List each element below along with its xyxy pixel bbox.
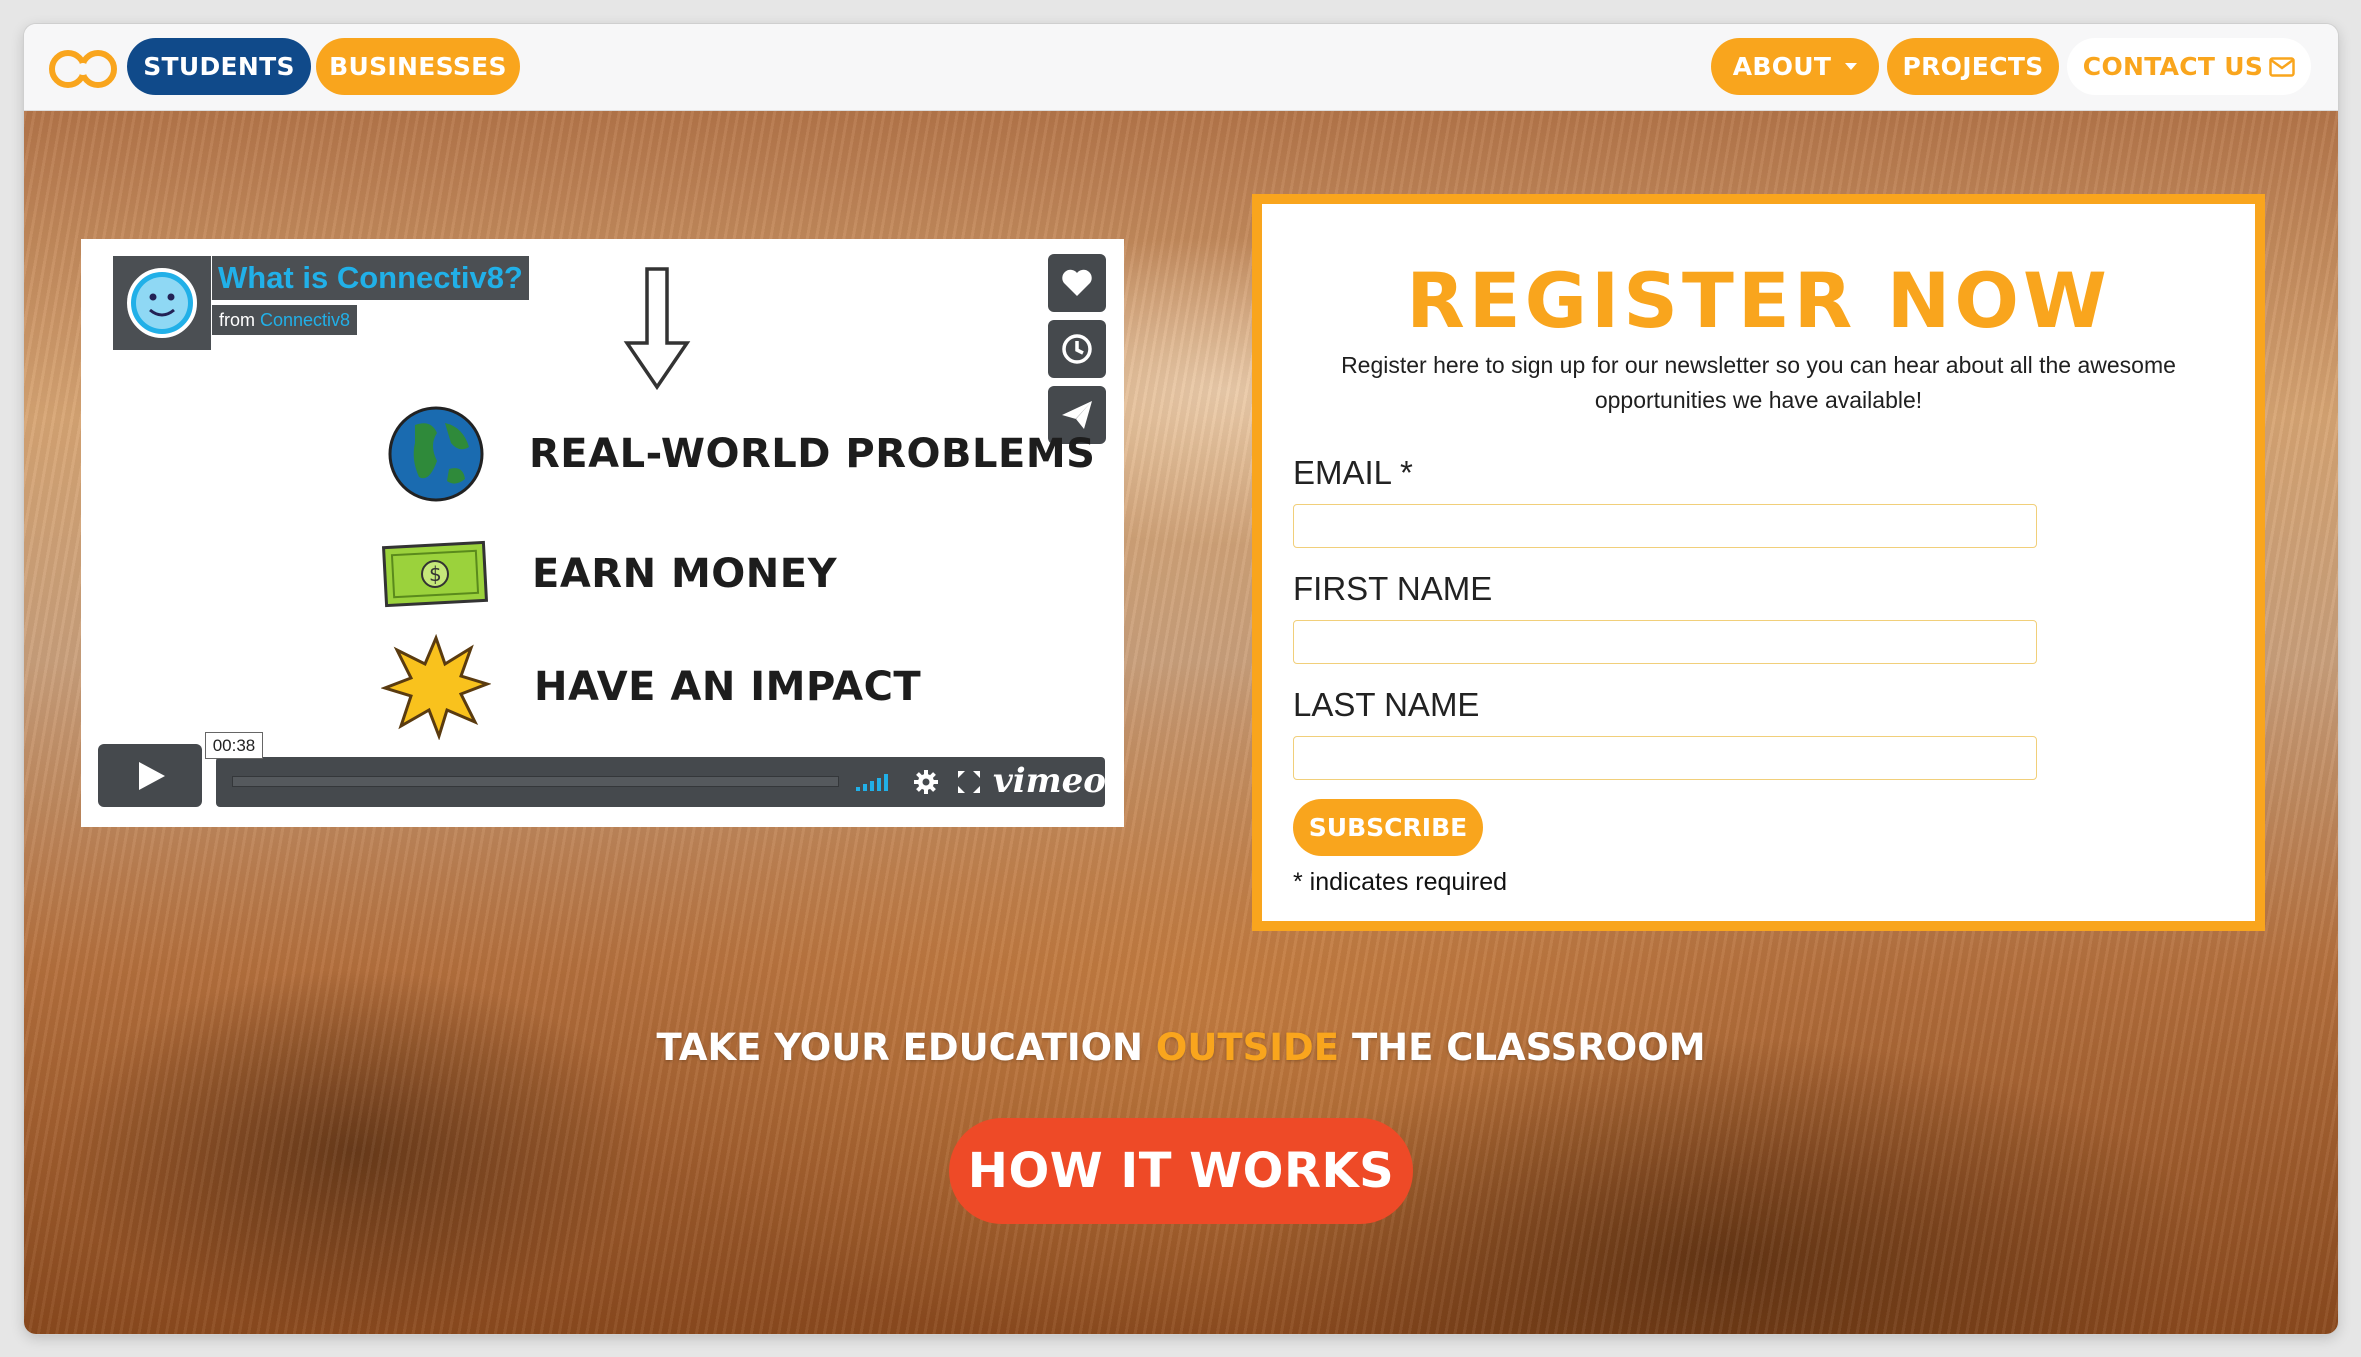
email-label: EMAIL *: [1293, 454, 1413, 491]
smiley-icon: [127, 268, 197, 338]
caret-down-icon: [1845, 63, 1858, 70]
play-icon: [139, 761, 165, 790]
down-arrow-icon: [623, 267, 691, 391]
money-icon: $: [381, 540, 489, 608]
how-it-works-button[interactable]: HOW IT WORKS: [949, 1118, 1413, 1224]
required-fields-note: * indicates required: [1293, 868, 1508, 896]
video-item-row: $ EARN MONEY: [381, 539, 837, 609]
like-button[interactable]: [1048, 254, 1106, 312]
nav-about-dropdown[interactable]: ABOUT: [1711, 38, 1879, 95]
byline-channel-link[interactable]: Connectiv8: [260, 310, 350, 330]
tagline-highlight: OUTSIDE: [1155, 1026, 1340, 1069]
tagline-start: TAKE YOUR EDUCATION: [656, 1026, 1144, 1069]
hero-section: What is Connectiv8? from Connectiv8 REAL…: [24, 111, 2338, 1334]
vimeo-video-player[interactable]: What is Connectiv8? from Connectiv8 REAL…: [81, 239, 1124, 827]
video-item-row: REAL-WORLD PROBLEMS: [385, 403, 1095, 505]
starburst-icon: [381, 634, 491, 740]
globe-icon: [388, 406, 484, 502]
play-button[interactable]: [98, 744, 202, 807]
register-title: REGISTER NOW: [1406, 256, 2111, 345]
video-item-row: HAVE AN IMPACT: [381, 634, 921, 740]
clock-icon: [1062, 334, 1092, 364]
email-field[interactable]: [1293, 504, 2037, 548]
hero-tagline: TAKE YOUR EDUCATION OUTSIDE THE CLASSROO…: [24, 1026, 2338, 1069]
envelope-icon: [2269, 56, 2295, 77]
video-item-label: HAVE AN IMPACT: [534, 664, 922, 710]
register-description: Register here to sign up for our newslet…: [1341, 352, 2176, 413]
svg-text:$: $: [429, 562, 442, 586]
browser-window: STUDENTS BUSINESSES ABOUT PROJECTS CONTA…: [24, 24, 2338, 1334]
playback-time-tooltip: 00:38: [205, 732, 263, 759]
register-form-panel: REGISTER NOW Register here to sign up fo…: [1252, 194, 2265, 931]
vimeo-logo[interactable]: vimeo: [993, 761, 1106, 801]
watch-later-button[interactable]: [1048, 320, 1106, 378]
player-control-bar: vimeo: [216, 757, 1106, 807]
nav-students-label: STUDENTS: [143, 52, 295, 81]
first-name-label: FIRST NAME: [1293, 570, 1493, 607]
first-name-field[interactable]: [1293, 620, 2037, 664]
last-name-label: LAST NAME: [1293, 686, 1480, 723]
nav-students-button[interactable]: STUDENTS: [127, 38, 311, 95]
last-name-field[interactable]: [1293, 736, 2037, 780]
progress-track[interactable]: [232, 776, 839, 787]
connectiv8-logo-icon[interactable]: [46, 47, 120, 91]
channel-avatar[interactable]: [113, 256, 211, 350]
nav-businesses-button[interactable]: BUSINESSES: [316, 38, 520, 95]
nav-projects-label: PROJECTS: [1902, 52, 2044, 81]
nav-contact-button[interactable]: CONTACT US: [2067, 38, 2311, 95]
nav-businesses-label: BUSINESSES: [329, 52, 507, 81]
subscribe-button[interactable]: SUBSCRIBE: [1293, 799, 1483, 856]
video-byline: from Connectiv8: [212, 305, 358, 335]
video-title[interactable]: What is Connectiv8?: [212, 256, 529, 300]
nav-projects-button[interactable]: PROJECTS: [1887, 38, 2059, 95]
byline-prefix: from: [219, 310, 255, 330]
nav-contact-label: CONTACT US: [2082, 52, 2264, 81]
top-navbar: STUDENTS BUSINESSES ABOUT PROJECTS CONTA…: [24, 24, 2338, 111]
video-item-label: EARN MONEY: [532, 551, 838, 597]
settings-gear-icon[interactable]: [913, 769, 939, 795]
volume-icon[interactable]: [856, 773, 888, 791]
fullscreen-icon[interactable]: [958, 771, 980, 793]
video-item-label: REAL-WORLD PROBLEMS: [529, 431, 1096, 477]
nav-about-label: ABOUT: [1732, 52, 1832, 81]
heart-icon: [1062, 269, 1092, 296]
tagline-end: THE CLASSROOM: [1351, 1026, 1706, 1069]
